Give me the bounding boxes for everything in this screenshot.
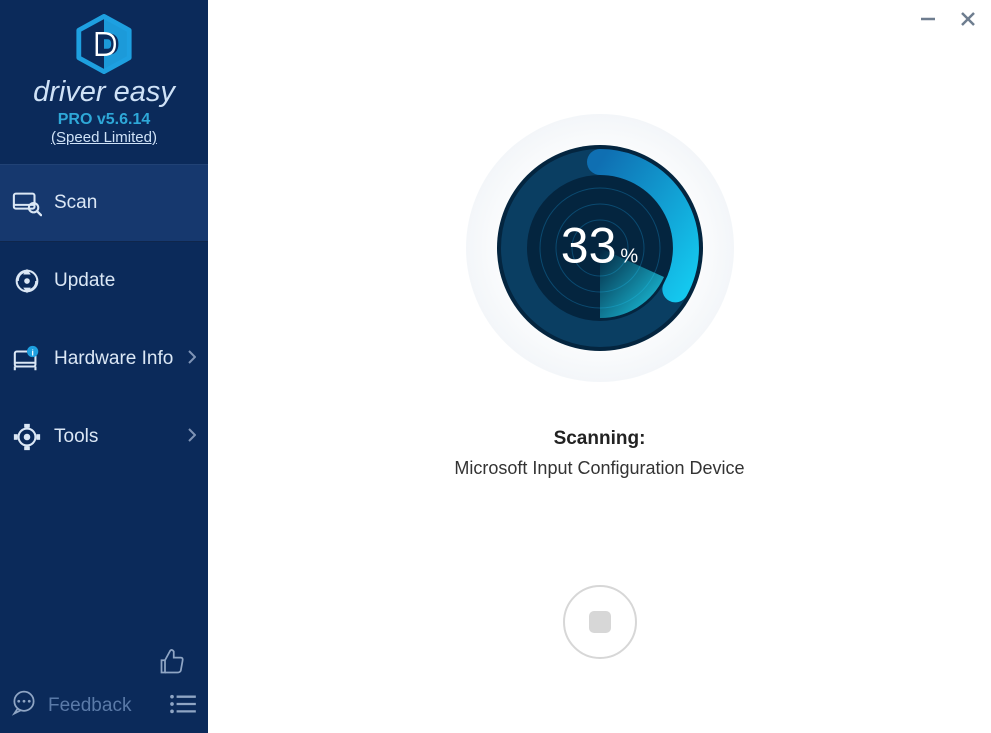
- hardware-info-icon: i: [12, 344, 42, 374]
- nav-tools-label: Tools: [54, 426, 98, 448]
- chevron-right-icon: [188, 428, 196, 446]
- version-label: PRO v5.6.14: [0, 111, 208, 129]
- app-logo-icon: [74, 14, 134, 74]
- feedback-label: Feedback: [48, 695, 131, 717]
- window-controls: [917, 8, 979, 30]
- scan-status-label: Scanning:: [454, 428, 744, 450]
- nav-scan[interactable]: Scan: [0, 164, 208, 242]
- brand-name: driver easy: [0, 76, 208, 109]
- update-icon: [12, 266, 42, 296]
- thumbs-up-icon[interactable]: [158, 648, 186, 681]
- menu-list-icon[interactable]: [168, 693, 198, 720]
- nav-update-label: Update: [54, 270, 115, 292]
- svg-text:i: i: [31, 347, 33, 357]
- scan-icon: [12, 188, 42, 218]
- speed-limited-link[interactable]: (Speed Limited): [0, 129, 208, 146]
- nav-tools[interactable]: Tools: [0, 398, 208, 476]
- stop-scan-button[interactable]: [563, 585, 637, 659]
- progress-value: 33: [561, 217, 617, 275]
- nav: Scan Update: [0, 164, 208, 476]
- feedback-button[interactable]: Feedback: [10, 689, 131, 723]
- tools-icon: [12, 422, 42, 452]
- logo-area: driver easy PRO v5.6.14 (Speed Limited): [0, 0, 208, 154]
- nav-hardware-info[interactable]: i Hardware Info: [0, 320, 208, 398]
- scan-current-item: Microsoft Input Configuration Device: [454, 458, 744, 479]
- minimize-button[interactable]: [917, 8, 939, 30]
- close-button[interactable]: [957, 8, 979, 30]
- sidebar: driver easy PRO v5.6.14 (Speed Limited) …: [0, 0, 208, 733]
- nav-scan-label: Scan: [54, 192, 97, 214]
- progress-text: 33 %: [561, 217, 638, 275]
- nav-update[interactable]: Update: [0, 242, 208, 320]
- feedback-icon: [10, 689, 38, 723]
- chevron-right-icon: [188, 350, 196, 368]
- scan-status: Scanning: Microsoft Input Configuration …: [454, 428, 744, 479]
- progress-unit: %: [620, 246, 638, 269]
- stop-icon: [589, 611, 611, 633]
- nav-hardware-info-label: Hardware Info: [54, 348, 173, 370]
- scan-progress-gauge: 33 %: [464, 112, 736, 384]
- main-panel: 33 % Scanning: Microsoft Input Configura…: [208, 0, 991, 733]
- sidebar-footer: Feedback: [0, 640, 208, 733]
